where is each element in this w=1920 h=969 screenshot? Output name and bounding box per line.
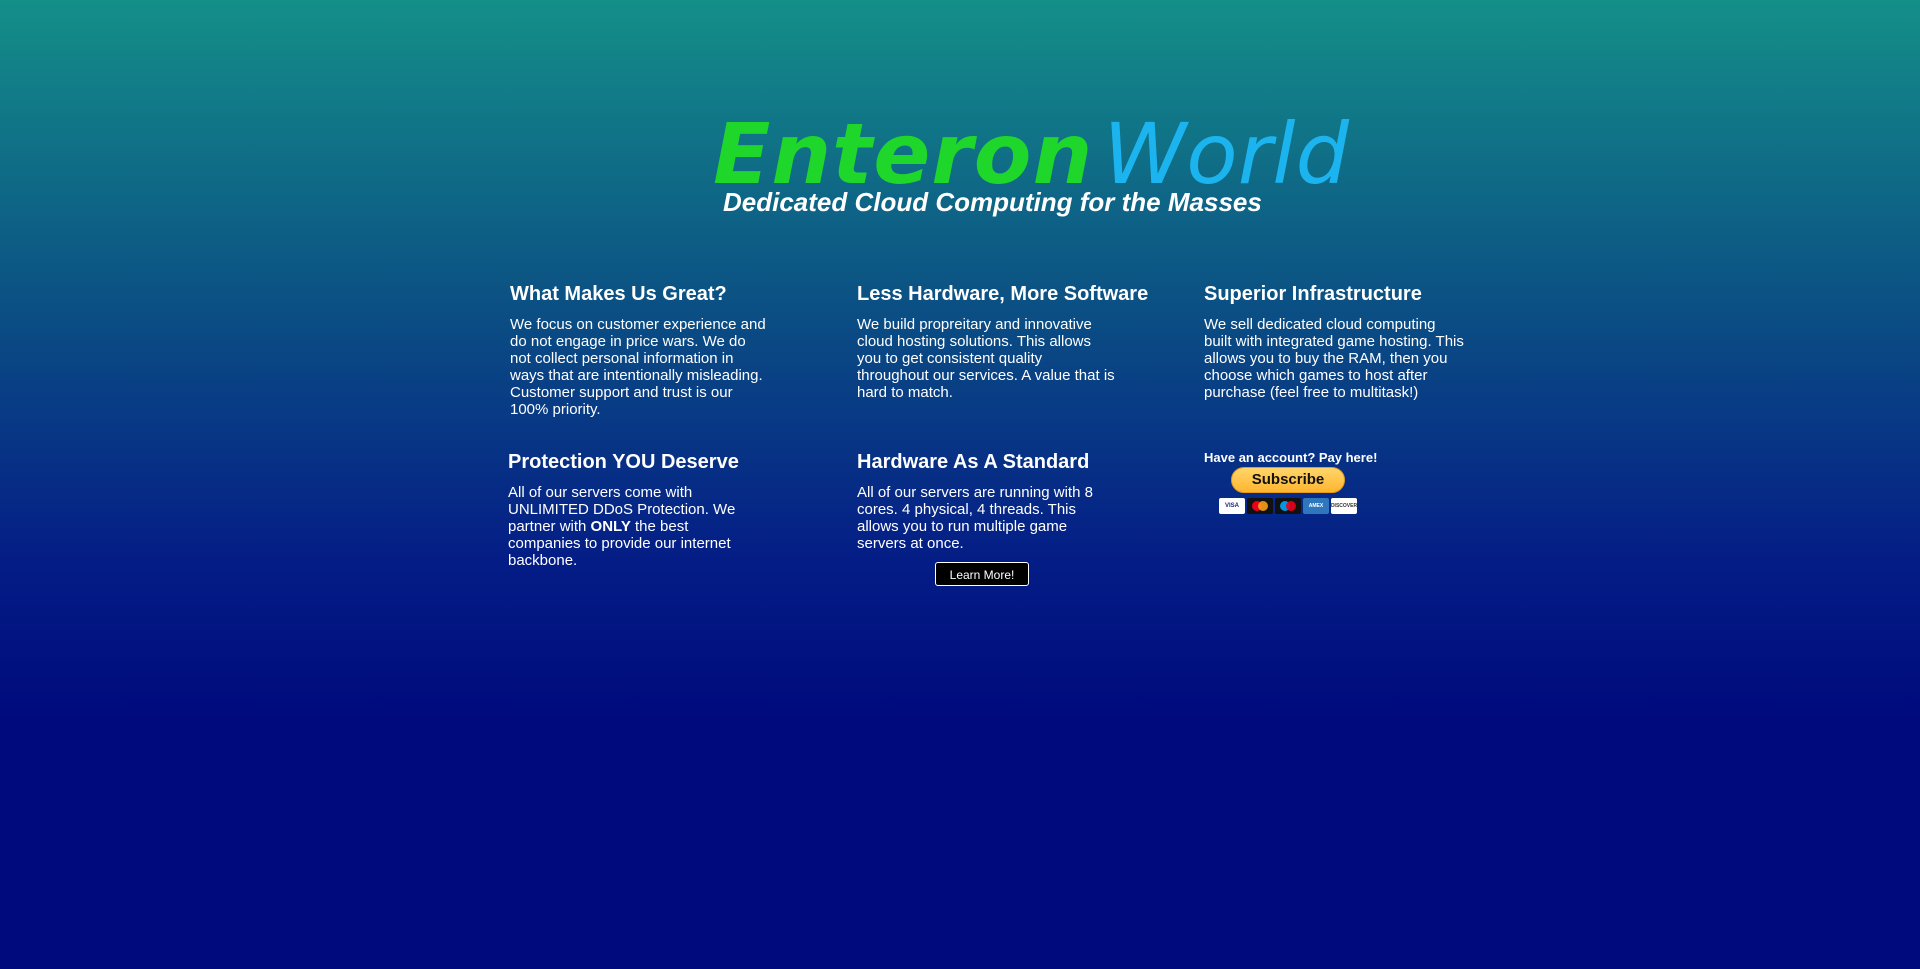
subscribe-button[interactable]: Subscribe — [1231, 467, 1345, 493]
payment-label: Have an account? Pay here! — [1204, 450, 1378, 465]
section-body: We focus on customer experience and do n… — [510, 316, 766, 418]
visa-card-icon: VISA — [1219, 498, 1245, 514]
payment-box: Have an account? Pay here! Subscribe VIS… — [1204, 450, 1404, 514]
discover-icon: DISCOVER — [1331, 498, 1357, 514]
learn-more-button[interactable]: Learn More! — [935, 562, 1029, 586]
tagline: Dedicated Cloud Computing for the Masses — [723, 187, 1262, 217]
section-body: We build propreitary and innovative clou… — [857, 316, 1115, 401]
section-hardware-standard: Hardware As A Standard All of our server… — [857, 450, 1107, 552]
section-title: Less Hardware, More Software — [857, 283, 1149, 305]
section-body: We sell dedicated cloud computing built … — [1204, 316, 1464, 401]
section-less-hardware: Less Hardware, More Software We build pr… — [857, 282, 1149, 401]
section-body-emphasis: ONLY — [590, 518, 631, 535]
section-protection: Protection YOU Deserve All of our server… — [508, 450, 753, 569]
section-superior-infrastructure: Superior Infrastructure We sell dedicate… — [1204, 282, 1464, 401]
mastercard-icon — [1247, 498, 1273, 514]
section-title: Protection YOU Deserve — [508, 451, 739, 473]
amex-icon: AMEX — [1303, 498, 1329, 514]
section-body: All of our servers are running with 8 co… — [857, 484, 1093, 552]
section-title: Hardware As A Standard — [857, 451, 1090, 473]
payment-cards: VISA AMEX DISCOVER — [1219, 498, 1357, 514]
section-what-makes-us-great: What Makes Us Great? We focus on custome… — [510, 282, 770, 418]
section-title: Superior Infrastructure — [1204, 283, 1422, 305]
section-title: What Makes Us Great? — [510, 283, 727, 305]
section-body: All of our servers come with UNLIMITED D… — [508, 484, 753, 569]
maestro-icon — [1275, 498, 1301, 514]
